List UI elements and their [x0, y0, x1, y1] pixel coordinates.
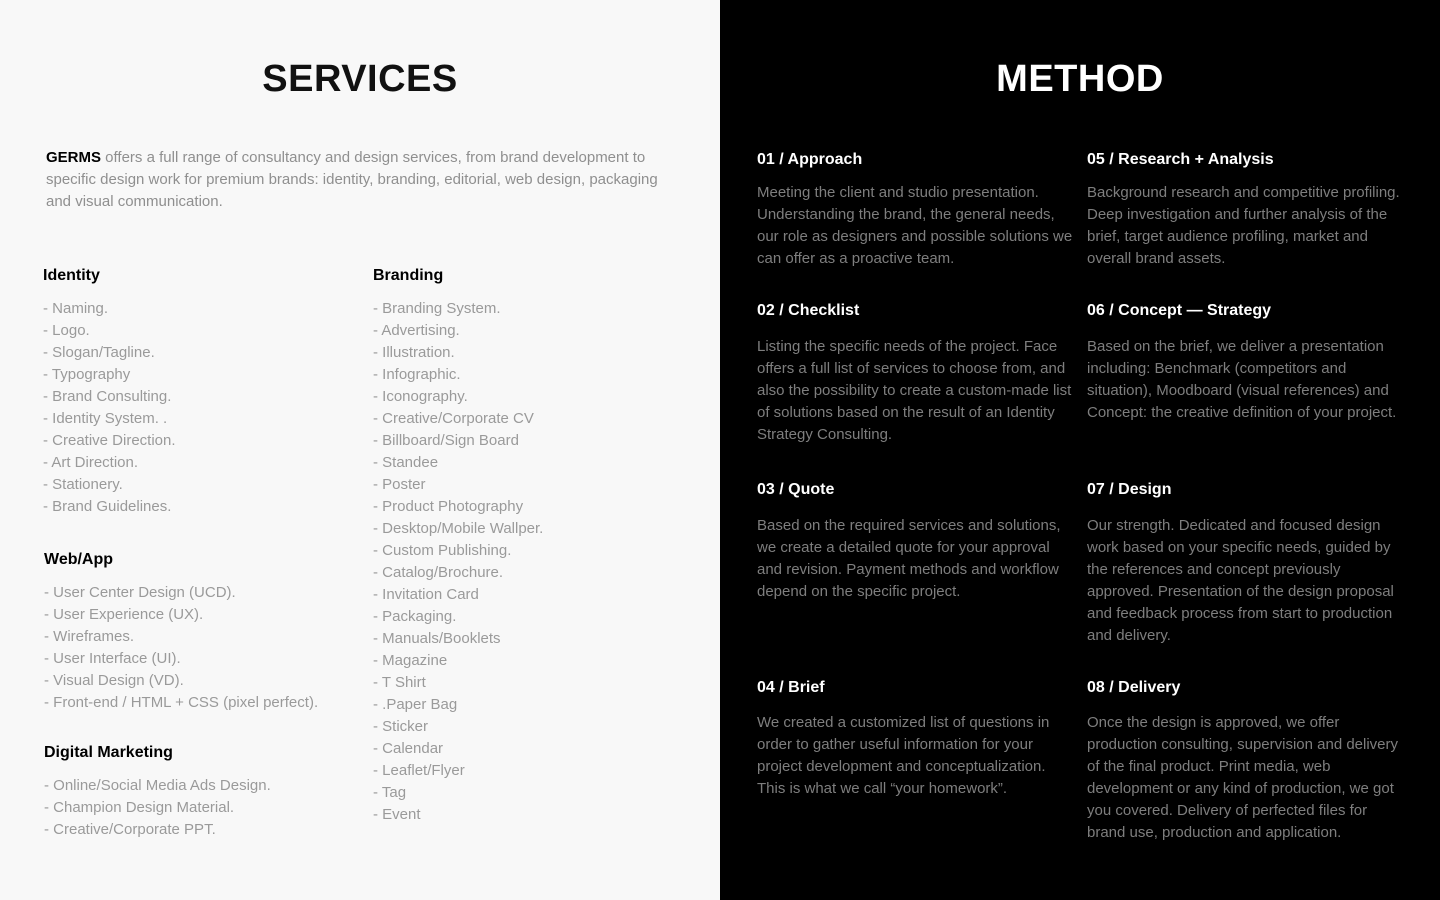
- step-title: 08 / Delivery: [1087, 679, 1181, 696]
- service-item: - Branding System.: [373, 300, 501, 317]
- service-item: - Custom Publishing.: [373, 542, 512, 559]
- step-title: 01 / Approach: [757, 151, 863, 168]
- service-heading: Identity: [43, 267, 100, 284]
- service-item: - Typography: [43, 366, 131, 383]
- service-item: - Standee: [373, 454, 439, 471]
- method-step-brief: 04 / Brief We created a customized list …: [757, 678, 1077, 800]
- service-item: - Desktop/Mobile Wallper.: [373, 520, 544, 537]
- service-item: - Invitation Card: [373, 586, 479, 603]
- service-heading: Web/App: [44, 551, 114, 568]
- service-group-branding: Branding - Branding System. - Advertisin…: [373, 266, 543, 826]
- service-heading: Branding: [373, 267, 444, 284]
- service-item: - Tag: [373, 784, 407, 801]
- service-item: - Stationery.: [43, 476, 123, 493]
- service-item: - Online/Social Media Ads Design.: [44, 777, 271, 794]
- service-item: - Identity System. .: [43, 410, 168, 427]
- service-item: - Infographic.: [373, 366, 461, 383]
- service-item: - Advertising.: [373, 322, 460, 339]
- step-description: Based on the required services and solut…: [757, 517, 1061, 600]
- service-list: - Naming. - Logo. - Slogan/Tagline. - Ty…: [43, 298, 176, 518]
- method-step-approach: 01 / Approach Meeting the client and stu…: [757, 150, 1077, 270]
- service-item: - Calendar: [373, 740, 444, 757]
- services-title: SERVICES: [262, 58, 458, 100]
- service-item: - Logo.: [43, 322, 90, 339]
- step-title: 04 / Brief: [757, 679, 825, 696]
- service-item: - User Center Design (UCD).: [44, 584, 236, 601]
- step-title: 03 / Quote: [757, 481, 835, 498]
- method-step-design: 07 / Design Our strength. Dedicated and …: [1087, 480, 1407, 647]
- step-title: 05 / Research + Analysis: [1087, 151, 1274, 168]
- service-item: - Art Direction.: [43, 454, 139, 471]
- services-panel: SERVICES GERMS offers a full range of co…: [0, 0, 720, 900]
- method-title: METHOD: [996, 58, 1164, 100]
- service-item: - User Interface (UI).: [44, 650, 181, 667]
- service-item: - Front-end / HTML + CSS (pixel perfect)…: [44, 694, 319, 711]
- service-heading: Digital Marketing: [44, 744, 173, 761]
- service-item: - Event: [373, 806, 421, 823]
- method-step-quote: 03 / Quote Based on the required service…: [757, 480, 1077, 603]
- method-step-research: 05 / Research + Analysis Background rese…: [1087, 150, 1407, 270]
- service-item: - Sticker: [373, 718, 429, 735]
- step-description: We created a customized list of question…: [757, 714, 1050, 797]
- step-title: 07 / Design: [1087, 481, 1172, 498]
- service-item: - Creative/Corporate CV: [373, 410, 534, 427]
- service-item: - Creative/Corporate PPT.: [44, 821, 216, 838]
- service-item: - Iconography.: [373, 388, 468, 405]
- method-step-concept: 06 / Concept — Strategy Based on the bri…: [1087, 301, 1407, 424]
- service-item: - Manuals/Booklets: [373, 630, 501, 647]
- service-item: - Billboard/Sign Board: [373, 432, 519, 449]
- service-item: - Naming.: [43, 300, 109, 317]
- step-description: Background research and competitive prof…: [1087, 184, 1400, 267]
- brand-name: GERMS: [46, 149, 102, 166]
- service-group-webapp: Web/App - User Center Design (UCD). - Us…: [44, 550, 318, 714]
- method-step-delivery: 08 / Delivery Once the design is approve…: [1087, 678, 1407, 844]
- services-intro: GERMS offers a full range of consultancy…: [46, 147, 666, 213]
- step-description: Listing the specific needs of the projec…: [757, 338, 1072, 443]
- step-description: Based on the brief, we deliver a present…: [1087, 338, 1397, 421]
- service-list: - Online/Social Media Ads Design. - Cham…: [44, 775, 271, 841]
- service-item: - T Shirt: [373, 674, 426, 691]
- service-item: - Brand Guidelines.: [43, 498, 172, 515]
- method-panel: METHOD 01 / Approach Meeting the client …: [720, 0, 1440, 900]
- service-item: - Slogan/Tagline.: [43, 344, 155, 361]
- service-item: - Leaflet/Flyer: [373, 762, 465, 779]
- service-item: - Product Photography: [373, 498, 524, 515]
- service-item: - Packaging.: [373, 608, 457, 625]
- service-item: - .Paper Bag: [373, 696, 458, 713]
- method-step-checklist: 02 / Checklist Listing the specific need…: [757, 301, 1077, 446]
- service-item: - Creative Direction.: [43, 432, 176, 449]
- step-title: 06 / Concept — Strategy: [1087, 302, 1272, 319]
- service-item: - Poster: [373, 476, 426, 493]
- service-item: - Champion Design Material.: [44, 799, 235, 816]
- service-item: - Visual Design (VD).: [44, 672, 184, 689]
- service-item: - Brand Consulting.: [43, 388, 172, 405]
- step-description: Once the design is approved, we offer pr…: [1087, 714, 1399, 841]
- service-list: - Branding System. - Advertising. - Illu…: [373, 298, 543, 826]
- service-item: - Magazine: [373, 652, 448, 669]
- service-item: - Illustration.: [373, 344, 455, 361]
- intro-text: offers a full range of consultancy and d…: [46, 149, 658, 210]
- service-group-identity: Identity - Naming. - Logo. - Slogan/Tagl…: [43, 266, 176, 518]
- step-description: Meeting the client and studio presentati…: [757, 184, 1073, 267]
- service-item: - User Experience (UX).: [44, 606, 204, 623]
- service-item: - Catalog/Brochure.: [373, 564, 504, 581]
- service-group-digital-marketing: Digital Marketing - Online/Social Media …: [44, 743, 271, 841]
- page: SERVICES GERMS offers a full range of co…: [0, 0, 1440, 900]
- step-title: 02 / Checklist: [757, 302, 860, 319]
- service-list: - User Center Design (UCD). - User Exper…: [44, 582, 318, 714]
- service-item: - Wireframes.: [44, 628, 134, 645]
- step-description: Our strength. Dedicated and focused desi…: [1087, 517, 1394, 644]
